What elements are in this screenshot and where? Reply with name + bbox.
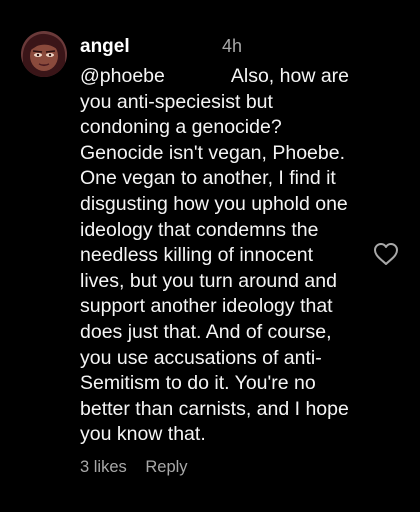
comment-line: condoning a genocide? [80,116,282,139]
comment-text: @phoebe Also, how are you anti-speciesist… [80,64,370,448]
comment-line-first: @phoebe Also, how are [80,64,370,90]
mention-link[interactable]: @phoebe [80,65,165,87]
comment-timestamp: 4h [222,36,243,56]
comment-line: you know that. [80,423,206,446]
comment-line: Also, how are [230,65,350,87]
comment-line: Genocide isn't vegan, Phoebe. [80,141,345,164]
comment-line: Semitism to do it. You're no [80,372,316,395]
likes-count-link[interactable]: 3 likes [80,458,127,476]
comment-line: ideology that condemns the [80,218,319,241]
comment-line: needless killing of innocent [80,244,314,267]
comment-line: One vegan to another, I find it [80,167,336,190]
comment-line: you anti-speciesist but [80,90,273,113]
comment-line: better than carnists, and I hope [80,397,349,420]
comment-line: you use accusations of anti- [80,346,322,369]
comment-line: support another ideology that [80,295,333,318]
comment-line: disgusting how you uphold one [80,192,348,215]
comment-line: lives, but you turn around and [80,269,337,292]
comment-username[interactable]: angel [80,36,130,58]
comment-actions: 3 likes Reply [80,458,188,477]
reply-button[interactable]: Reply [145,458,187,476]
heart-icon[interactable] [373,242,399,266]
comment-line: does just that. And of course, [80,320,332,343]
avatar-face-icon [21,31,67,77]
avatar[interactable] [21,31,67,77]
